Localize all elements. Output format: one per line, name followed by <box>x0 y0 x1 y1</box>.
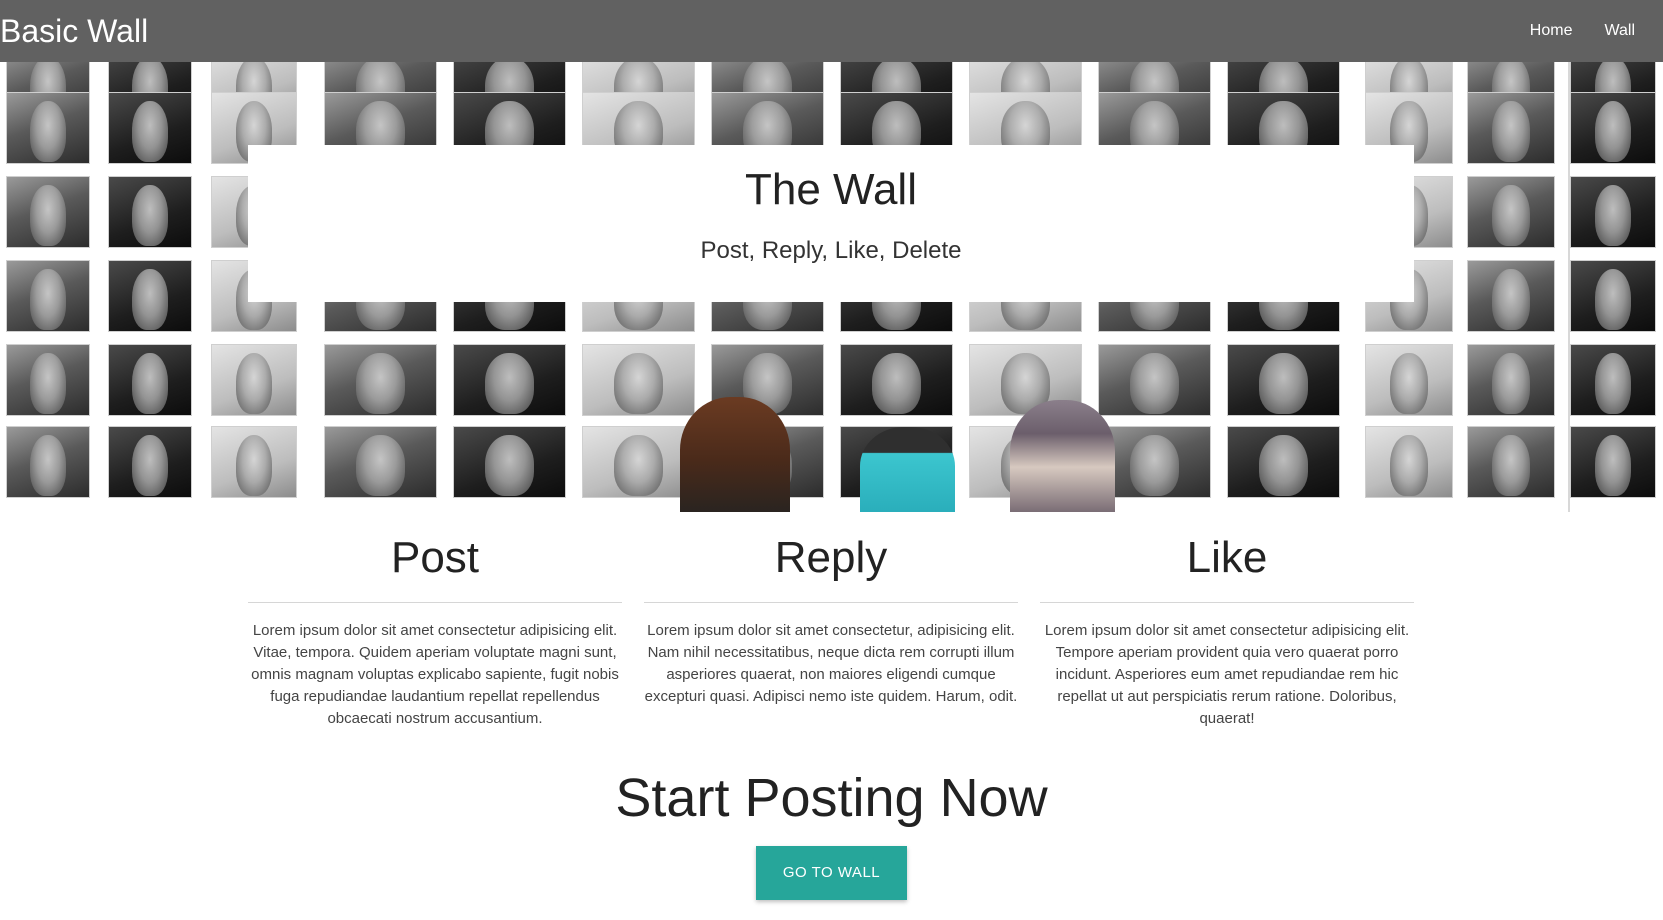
cta-section: Start Posting Now GO TO WALL <box>0 766 1663 900</box>
feature-post: Post Lorem ipsum dolor sit amet consecte… <box>248 528 622 728</box>
portrait-photo <box>6 92 90 164</box>
people-silhouettes <box>660 397 1120 512</box>
portrait-photo <box>6 260 90 332</box>
nav-link-wall[interactable]: Wall <box>1588 22 1651 40</box>
portrait-photo <box>108 426 192 498</box>
feature-text: Lorem ipsum dolor sit amet consectetur a… <box>251 622 619 727</box>
features-section: Post Lorem ipsum dolor sit amet consecte… <box>248 528 1414 728</box>
portrait-photo <box>1365 426 1453 498</box>
portrait-photo <box>453 344 566 416</box>
portrait-photo <box>1467 92 1555 164</box>
portrait-photo <box>6 344 90 416</box>
wall-divider <box>1568 62 1570 512</box>
portrait-photo <box>108 344 192 416</box>
feature-text: Lorem ipsum dolor sit amet consectetur a… <box>1044 622 1410 727</box>
portrait-photo <box>108 176 192 248</box>
portrait-photo <box>1365 344 1453 416</box>
hero-title: The Wall <box>745 165 917 214</box>
portrait-photo <box>1227 344 1340 416</box>
feature-like: Like Lorem ipsum dolor sit amet consecte… <box>1040 528 1414 728</box>
hero-subtitle: Post, Reply, Like, Delete <box>700 237 962 264</box>
portrait-photo <box>1570 344 1656 416</box>
portrait-photo <box>1467 426 1555 498</box>
portrait-photo <box>6 426 90 498</box>
portrait-photo <box>1570 426 1656 498</box>
nav-links: Home Wall <box>1514 0 1663 62</box>
portrait-photo <box>211 344 297 416</box>
portrait-photo <box>211 426 297 498</box>
hero-card: The Wall Post, Reply, Like, Delete <box>248 145 1414 302</box>
brand-logo[interactable]: Basic Wall <box>0 0 148 62</box>
feature-title: Like <box>1040 528 1414 603</box>
portrait-photo <box>1467 176 1555 248</box>
portrait-photo <box>1467 260 1555 332</box>
nav-link-home[interactable]: Home <box>1514 22 1589 40</box>
portrait-photo <box>6 176 90 248</box>
portrait-photo <box>453 426 566 498</box>
portrait-photo <box>1570 92 1656 164</box>
portrait-photo <box>324 426 437 498</box>
cta-title: Start Posting Now <box>615 768 1048 828</box>
portrait-photo <box>108 260 192 332</box>
person-silhouette <box>1010 400 1115 512</box>
feature-text: Lorem ipsum dolor sit amet consectetur, … <box>644 622 1018 705</box>
feature-title: Post <box>248 528 622 603</box>
feature-title: Reply <box>644 528 1018 603</box>
portrait-photo <box>1570 176 1656 248</box>
portrait-photo <box>108 92 192 164</box>
feature-reply: Reply Lorem ipsum dolor sit amet consect… <box>644 528 1018 728</box>
go-to-wall-button[interactable]: GO TO WALL <box>756 846 907 900</box>
portrait-photo <box>1570 260 1656 332</box>
portrait-photo <box>1467 344 1555 416</box>
portrait-photo <box>324 344 437 416</box>
person-silhouette <box>680 397 790 512</box>
navbar: Basic Wall Home Wall <box>0 0 1663 62</box>
person-silhouette <box>860 427 955 512</box>
portrait-photo <box>1227 426 1340 498</box>
